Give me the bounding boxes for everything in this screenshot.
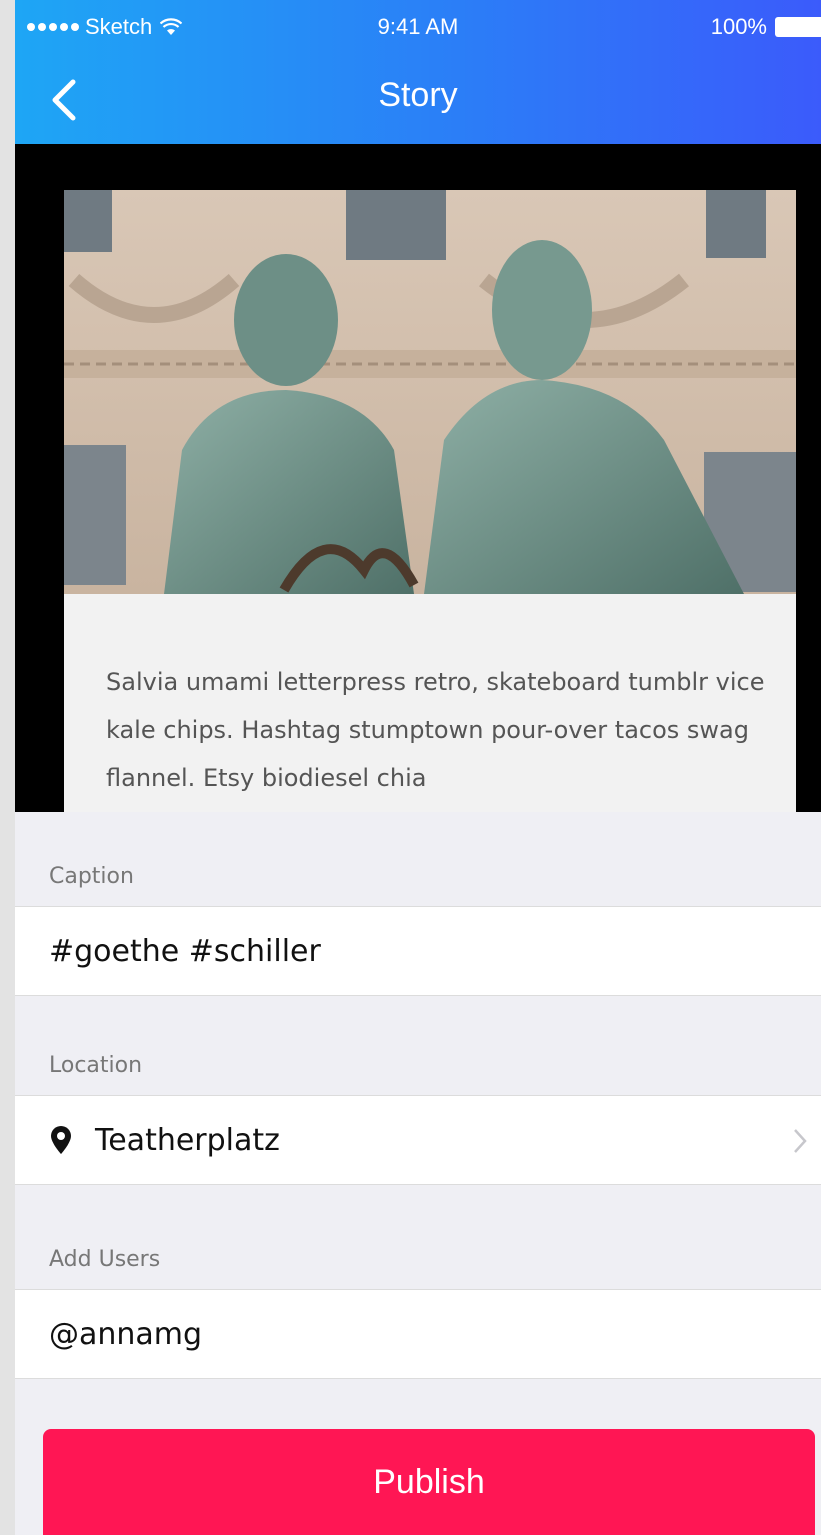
location-value: Teatherplatz: [95, 1122, 280, 1158]
caption-field[interactable]: #goethe #schiller: [15, 906, 821, 996]
users-value: @annamg: [49, 1316, 203, 1352]
location-field[interactable]: Teatherplatz: [15, 1095, 821, 1185]
nav-header: Sketch 9:41 AM 100% Story: [15, 0, 821, 144]
battery-level: 100%: [710, 14, 767, 39]
caption-label: Caption: [49, 864, 134, 889]
users-label: Add Users: [49, 1247, 161, 1272]
battery-icon: [775, 17, 821, 37]
story-photo: [64, 190, 796, 594]
battery-indicator: 100%: [711, 14, 821, 40]
location-label: Location: [49, 1053, 143, 1078]
story-card[interactable]: Salvia umami letterpress retro, skateboa…: [64, 190, 796, 812]
status-bar: Sketch 9:41 AM 100%: [15, 0, 821, 56]
page-title: Story: [378, 76, 458, 114]
chevron-right-icon: [794, 1129, 807, 1153]
publish-button[interactable]: Publish: [43, 1429, 815, 1535]
story-excerpt: Salvia umami letterpress retro, skateboa…: [106, 668, 765, 792]
location-pin-icon: [51, 1126, 71, 1154]
status-time: 9:41 AM: [377, 14, 459, 39]
caption-value: #goethe #schiller: [49, 933, 321, 969]
story-preview: Salvia umami letterpress retro, skateboa…: [15, 144, 821, 812]
users-field[interactable]: @annamg: [15, 1289, 821, 1379]
app-screen: Sketch 9:41 AM 100% Story Salvia umami l…: [15, 0, 821, 1535]
